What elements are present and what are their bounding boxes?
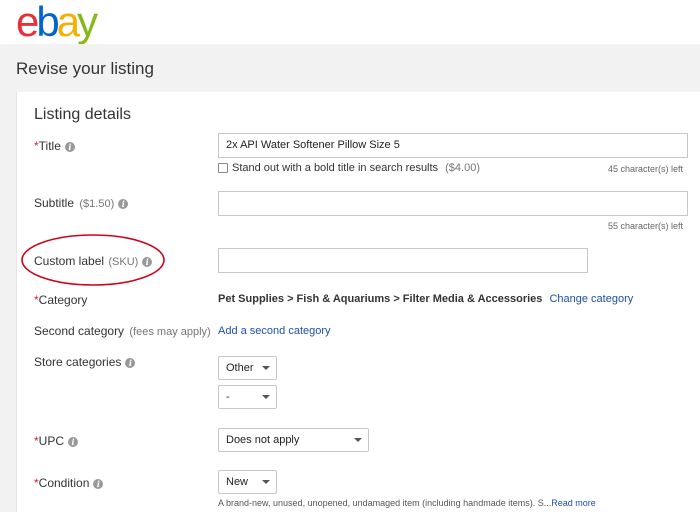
section-title: Listing details (34, 106, 131, 123)
add-second-category-link[interactable]: Add a second category (218, 325, 331, 337)
subtitle-label: Subtitle ($1.50) i (34, 196, 129, 210)
chevron-down-icon (262, 480, 270, 484)
second-category-text: Second category (34, 324, 125, 338)
subtitle-chars-left: 55 character(s) left (607, 221, 683, 231)
custom-label-text: Custom label (34, 254, 105, 268)
info-icon[interactable]: i (93, 479, 104, 489)
logo-letter-b: b (36, 0, 59, 45)
bold-title-label: Stand out with a bold title in search re… (232, 162, 480, 174)
page-gutter (0, 92, 16, 512)
logo-letter-y: y (77, 0, 98, 45)
second-category-label: Second category (fees may apply) (34, 324, 211, 338)
store-category-select-2[interactable]: - (218, 385, 277, 409)
logo-letter-e: e (16, 0, 39, 45)
store-category-1-value: Other (226, 362, 254, 374)
info-icon[interactable]: i (64, 142, 75, 152)
custom-label-suffix: (SKU) (108, 256, 139, 268)
upc-value: Does not apply (226, 434, 300, 446)
condition-label: *Condition i (34, 476, 104, 490)
logo-letter-a: a (56, 0, 80, 45)
store-category-select-1[interactable]: Other (218, 356, 277, 380)
store-categories-text: Store categories (34, 355, 122, 369)
category-path-text: Pet Supplies > Fish & Aquariums > Filter… (218, 293, 543, 305)
title-label: *Title i (34, 139, 75, 153)
category-path: Pet Supplies > Fish & Aquariums > Filter… (218, 293, 633, 305)
chevron-down-icon (354, 438, 362, 442)
page-header: Revise your listing (0, 44, 700, 92)
page-title: Revise your listing (16, 59, 154, 78)
condition-label-text: Condition (38, 476, 90, 490)
title-chars-left: 45 character(s) left (607, 164, 683, 174)
subtitle-price: ($1.50) (79, 198, 115, 210)
bold-title-checkbox[interactable] (218, 163, 228, 173)
upc-label-text: UPC (38, 434, 65, 448)
category-label: *Category (34, 293, 87, 307)
store-category-2-value: - (226, 391, 230, 403)
info-icon[interactable]: i (68, 437, 79, 447)
info-icon[interactable]: i (125, 358, 136, 368)
bold-title-price: ($4.00) (445, 162, 480, 174)
subtitle-label-text: Subtitle (34, 196, 75, 210)
upc-select[interactable]: Does not apply (218, 428, 369, 452)
condition-description-text: A brand-new, unused, unopened, undamaged… (218, 498, 552, 508)
second-category-note: (fees may apply) (129, 326, 211, 338)
chevron-down-icon (262, 395, 270, 399)
read-more-link[interactable]: Read more (551, 498, 596, 508)
chevron-down-icon (262, 366, 270, 370)
title-label-text: Title (38, 139, 61, 153)
change-category-link[interactable]: Change category (549, 293, 633, 305)
info-icon[interactable]: i (118, 199, 129, 209)
ebay-logo[interactable]: ebay (16, 0, 98, 45)
condition-select[interactable]: New (218, 470, 277, 494)
bold-title-text: Stand out with a bold title in search re… (232, 162, 439, 174)
category-label-text: Category (38, 293, 88, 307)
condition-description: A brand-new, unused, unopened, undamaged… (218, 498, 596, 508)
custom-label-label: Custom label (SKU) i (34, 254, 153, 268)
info-icon[interactable]: i (142, 257, 153, 267)
subtitle-input[interactable] (218, 191, 688, 216)
custom-label-input[interactable] (218, 248, 588, 273)
condition-value: New (226, 476, 249, 488)
upc-label: *UPC i (34, 434, 79, 448)
title-input[interactable]: 2x API Water Softener Pillow Size 5 (218, 133, 688, 158)
store-categories-label: Store categories i (34, 355, 136, 369)
